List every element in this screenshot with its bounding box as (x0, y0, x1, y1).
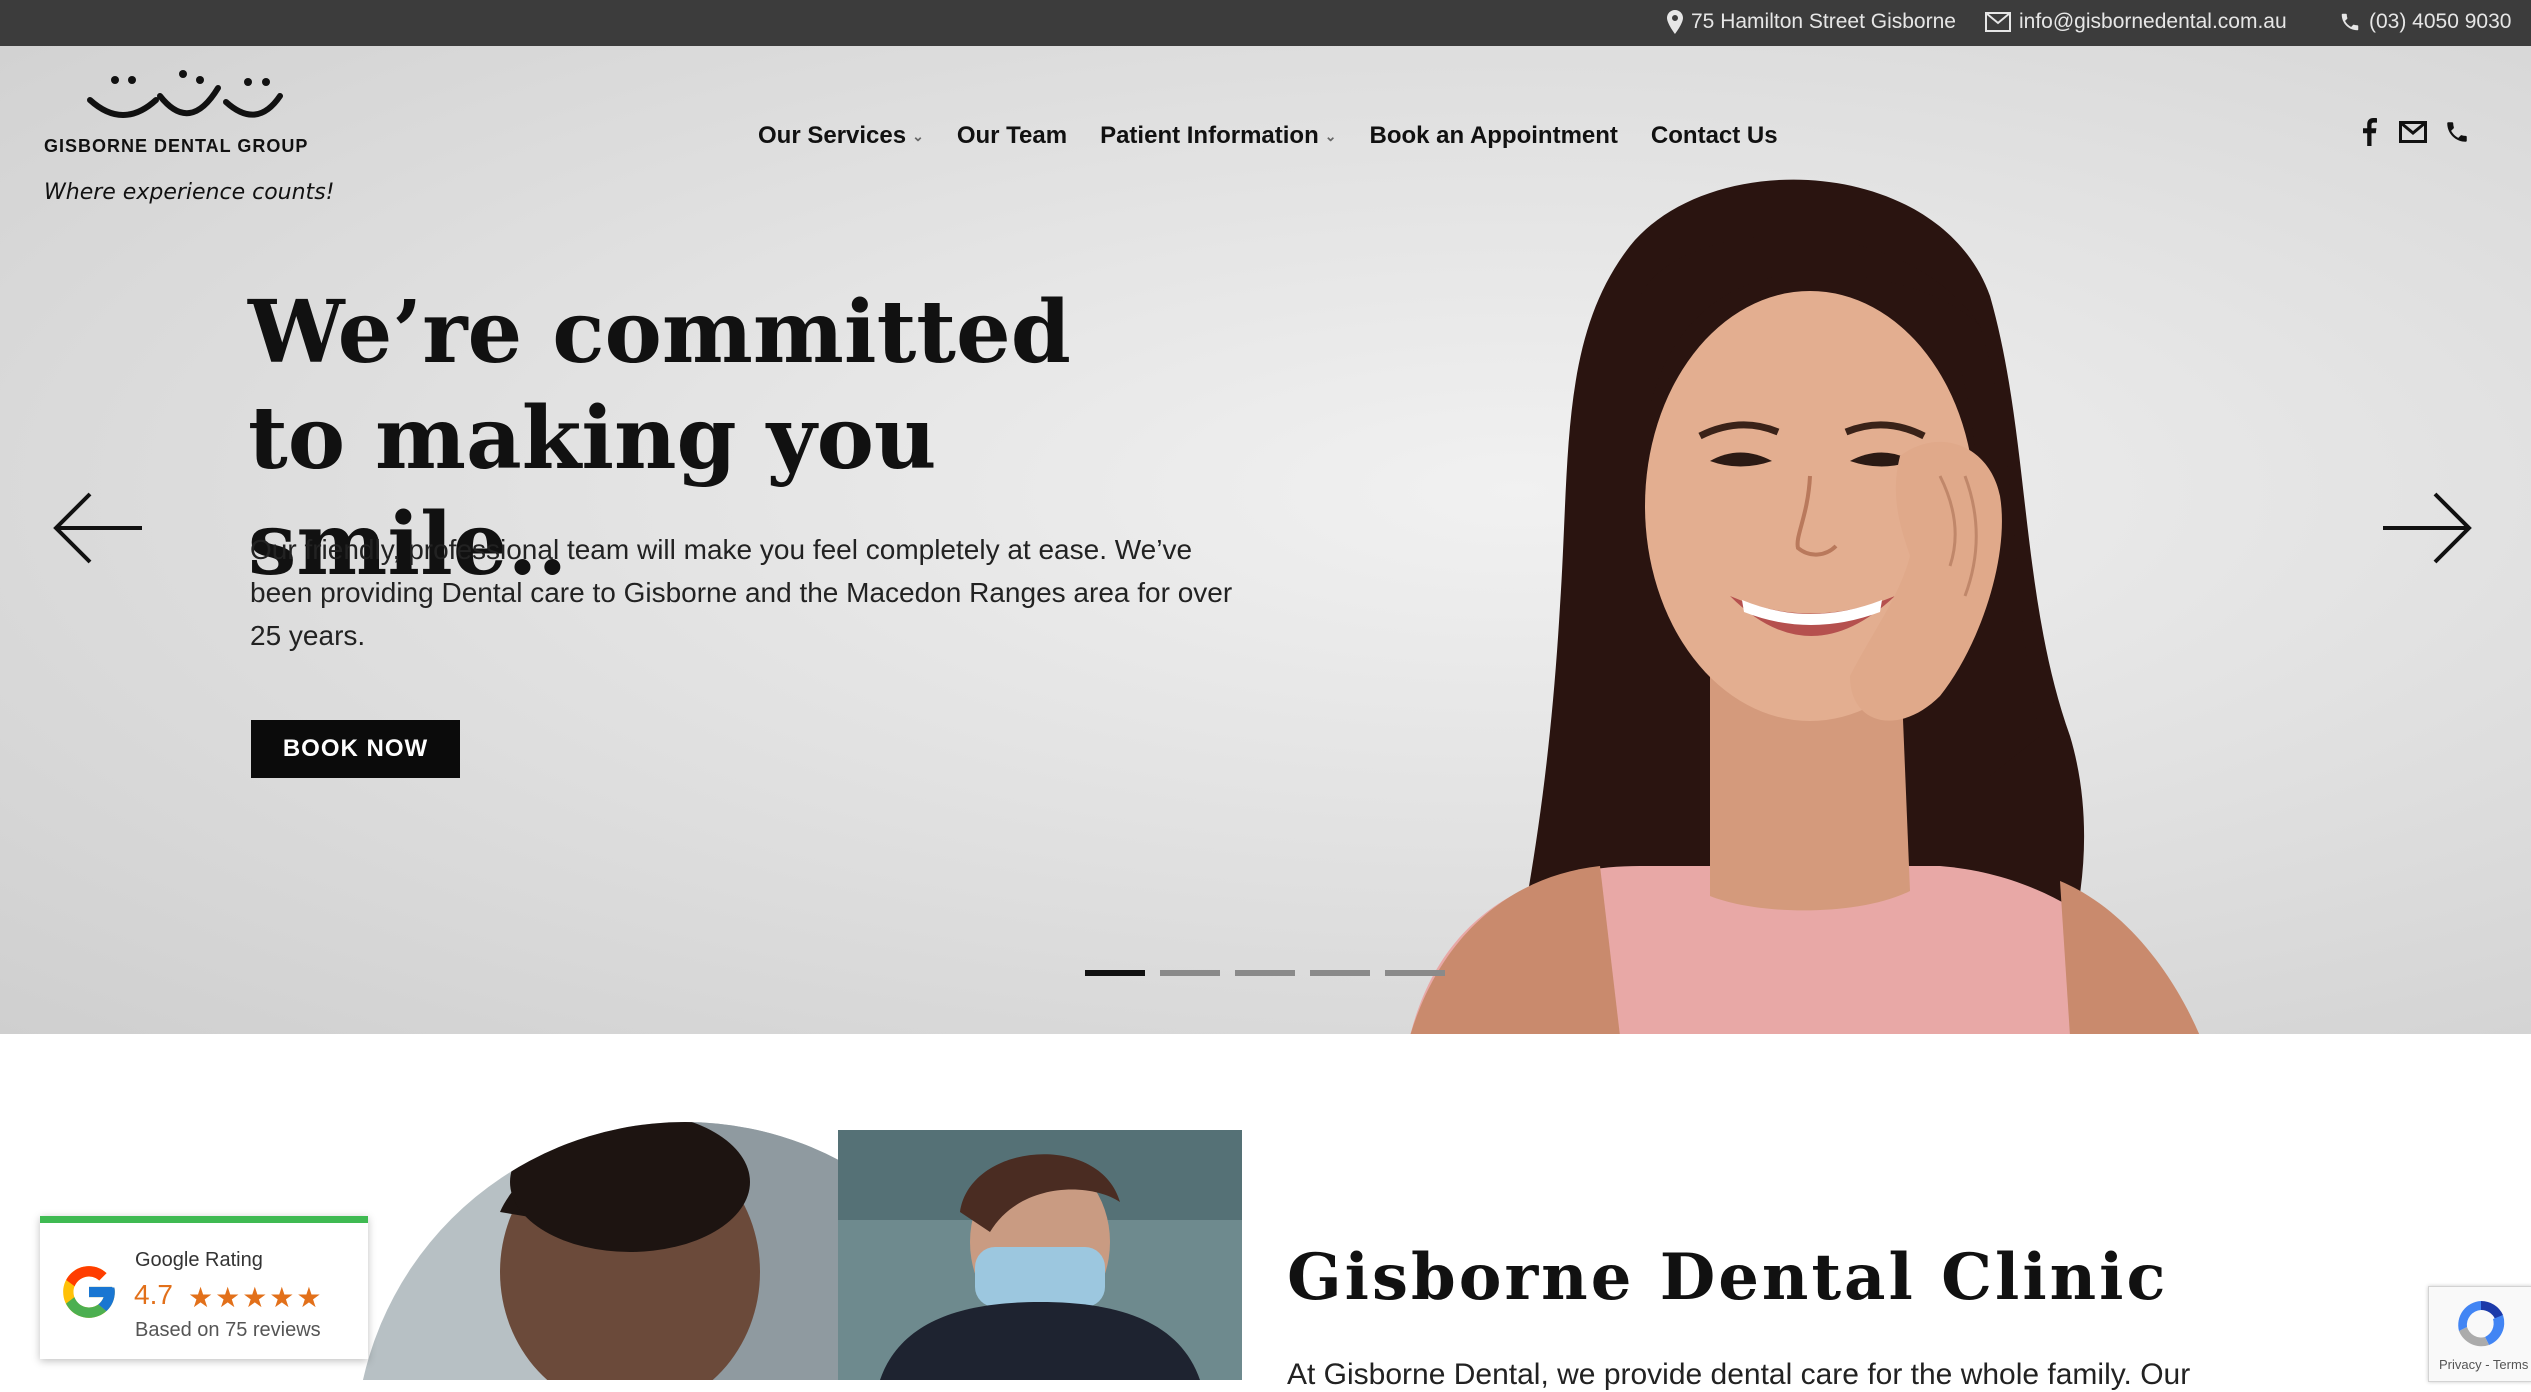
nav-label: Book an Appointment (1369, 122, 1618, 149)
chevron-down-icon: ⌄ (1324, 127, 1337, 144)
rating-review-count: Based on 75 reviews (135, 1319, 321, 1341)
next-slide-arrow-icon[interactable] (2379, 492, 2475, 564)
nav-label: Our Team (956, 122, 1068, 149)
chevron-down-icon: ⌄ (912, 127, 924, 144)
smiley-logo-icon (87, 70, 283, 118)
nav-label: Patient Information (1100, 122, 1319, 149)
slide-indicators (1085, 970, 1445, 976)
header-social-icons (2355, 118, 2471, 146)
phone-icon (2339, 11, 2361, 33)
nav-patient-information[interactable]: Patient Information ⌄ (1100, 122, 1336, 150)
address-item[interactable]: 75 Hamilton Street Gisborne (1667, 10, 1956, 34)
nav-our-team[interactable]: Our Team (957, 122, 1067, 150)
section-title: Gisborne Dental Clinic (1287, 1240, 2169, 1315)
hero-body-text: Our friendly, professional team will mak… (250, 534, 1233, 651)
rating-score: 4.7 (134, 1279, 173, 1310)
rating-stars: ★★★★★ (188, 1282, 324, 1313)
slide-indicator-2[interactable] (1160, 970, 1220, 976)
email-item[interactable]: info@gisbornedental.com.au (1985, 10, 2287, 34)
main-nav: Our Services ⌄ Our Team Patient Informat… (758, 122, 1778, 150)
smiling-woman-image (1410, 179, 2200, 1034)
rating-label: Google Rating (135, 1249, 263, 1271)
brand-tagline: Where experience counts! (44, 180, 335, 205)
recaptcha-links[interactable]: Privacy - Terms (2439, 1357, 2528, 1372)
address-text: 75 Hamilton Street Gisborne (1691, 10, 1956, 33)
clinic-photos (355, 1122, 1242, 1380)
nav-contact-us[interactable]: Contact Us (1651, 122, 1778, 150)
mail-icon[interactable] (2399, 118, 2427, 146)
top-contact-bar: 75 Hamilton Street Gisborne info@gisborn… (0, 0, 2531, 46)
phone-icon[interactable] (2443, 118, 2471, 146)
slide-indicator-3[interactable] (1235, 970, 1295, 976)
book-now-button[interactable]: BOOK NOW (251, 720, 460, 778)
google-g-icon (63, 1266, 115, 1318)
nav-label: Our Services (758, 122, 907, 149)
slide-indicator-4[interactable] (1310, 970, 1370, 976)
location-pin-icon (1667, 10, 1683, 34)
phone-text: (03) 4050 9030 (2369, 10, 2512, 33)
recaptcha-badge[interactable]: Privacy - Terms (2428, 1286, 2531, 1382)
previous-slide-arrow-icon[interactable] (50, 492, 146, 564)
email-text: info@gisbornedental.com.au (2019, 10, 2287, 33)
hero-slider: GISBORNE DENTAL GROUP Where experience c… (0, 46, 2531, 1034)
envelope-icon (1985, 12, 2011, 32)
google-rating-widget[interactable]: Google Rating 4.7 ★★★★★ Based on 75 revi… (40, 1216, 368, 1359)
slide-indicator-5[interactable] (1385, 970, 1445, 976)
nav-book-appointment[interactable]: Book an Appointment (1369, 122, 1617, 150)
brand-name: GISBORNE DENTAL GROUP (44, 136, 309, 156)
nav-label: Contact Us (1650, 122, 1778, 149)
site-logo[interactable]: GISBORNE DENTAL GROUP Where experience c… (40, 68, 340, 205)
section-intro-text: At Gisborne Dental, we provide dental ca… (1287, 1358, 2191, 1391)
recaptcha-icon (2458, 1300, 2505, 1347)
nav-our-services[interactable]: Our Services ⌄ (758, 122, 924, 150)
slide-indicator-1[interactable] (1085, 970, 1145, 976)
phone-item[interactable]: (03) 4050 9030 (2339, 10, 2511, 34)
facebook-icon[interactable] (2355, 118, 2383, 146)
